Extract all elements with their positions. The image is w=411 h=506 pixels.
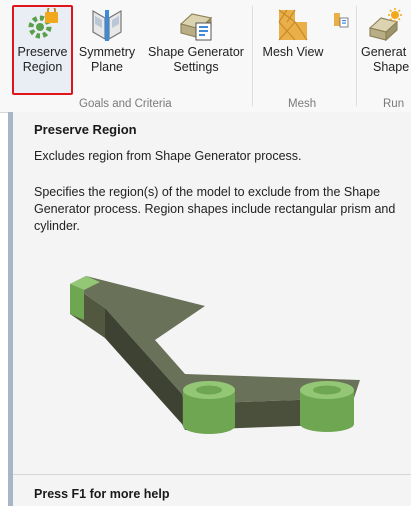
shape-generator-settings-label-1: Shape Generator [148,45,244,59]
ribbon: Preserve Region Symmetry Plane Shape Gen… [0,0,411,113]
shape-generator-settings-button[interactable]: Shape Generator Settings [144,8,248,75]
generate-shape-label-2: Shape [373,60,410,74]
tooltip-title: Preserve Region [34,122,137,137]
mesh-view-icon [275,8,311,42]
preserve-region-icon [25,5,61,42]
generate-shape-button[interactable]: Generat Shape [361,8,411,75]
tooltip-help-text: Press F1 for more help [34,487,170,501]
mesh-view-button[interactable]: Mesh View [256,8,330,60]
group-label-run: Run [383,98,405,110]
shape-generator-settings-icon [178,8,214,42]
tooltip-accent-bar [8,112,13,506]
generate-shape-label-1: Generat [361,45,407,59]
mesh-view-label-1: Mesh View [262,45,324,59]
ribbon-separator [252,6,253,106]
tooltip-short-description: Excludes region from Shape Generator pro… [34,149,302,163]
preserve-region-label-2: Region [22,60,63,74]
symmetry-plane-label-2: Plane [91,60,123,74]
shape-generator-settings-label-2: Settings [173,60,219,74]
symmetry-plane-label-1: Symmetry [78,45,136,59]
generate-shape-icon [367,8,403,42]
symmetry-plane-icon [89,8,125,42]
symmetry-plane-button[interactable]: Symmetry Plane [75,8,139,75]
tooltip-divider [13,474,411,475]
preserve-region-label-1: Preserve [17,45,68,59]
tooltip-long-description: Specifies the region(s) of the model to … [34,185,396,233]
model-illustration [60,262,380,442]
mesh-table-icon[interactable] [333,12,349,28]
group-label-mesh: Mesh [288,98,317,110]
group-label-goals: Goals and Criteria [79,98,172,110]
preserve-region-button[interactable]: Preserve Region [13,5,72,75]
ribbon-separator [356,6,357,106]
